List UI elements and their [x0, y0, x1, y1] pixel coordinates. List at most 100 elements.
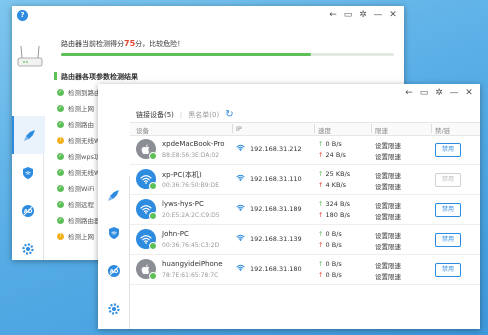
check-label: 检测上网: [68, 105, 94, 113]
minimize-icon[interactable]: —: [449, 87, 459, 99]
sidebar-item-adblock[interactable]: AD: [98, 252, 129, 290]
gear-icon: [21, 243, 34, 255]
device-name: huangyideiPhone: [162, 260, 223, 268]
shield-wifi-icon: [22, 167, 33, 179]
set-limit-down-link[interactable]: 设置限速: [375, 271, 401, 281]
wifi-signal: [236, 234, 245, 243]
back-icon[interactable]: ←: [404, 87, 414, 99]
wifi-signal-icon: [236, 174, 245, 181]
download-value: 24 B/s: [325, 151, 346, 159]
check-item: ✓ 检测远程: [57, 198, 94, 210]
upload-speed: ↑ 0 B/s: [318, 230, 342, 238]
ad-block-icon: AD: [107, 265, 120, 277]
window-controls: ← ▭ ✲ — ✕: [404, 87, 474, 99]
set-limit-up-link[interactable]: 设置限速: [375, 140, 401, 150]
score-progress: [61, 53, 394, 56]
device-ip: 192.168.31.139: [250, 235, 302, 243]
ban-button[interactable]: 禁用: [435, 203, 461, 217]
upload-value: 0 B/s: [325, 260, 342, 268]
download-speed: ↑ 180 B/s: [318, 211, 350, 219]
set-limit-down-link[interactable]: 设置限速: [375, 181, 401, 191]
front-sidebar: AD: [98, 176, 130, 329]
check-item: ✓ 检测wps功: [57, 150, 100, 162]
set-limit-up-link[interactable]: 设置限速: [375, 260, 401, 270]
ad-block-icon: AD: [21, 205, 34, 217]
set-limit-up-link[interactable]: 设置限速: [375, 200, 401, 210]
table-row: John-PC 00:36:76:45:C3:2D 192.168.31.139 ↑ …: [130, 225, 480, 255]
sidebar-item-security[interactable]: [98, 214, 129, 252]
check-label: 检测无线W: [68, 137, 101, 145]
upload-speed: ↑ 0 B/s: [318, 260, 342, 268]
shield-wifi-icon: [108, 227, 119, 239]
close-icon[interactable]: ✕: [388, 9, 398, 21]
arrow-up-icon: ↑: [318, 140, 324, 148]
sidebar-item-security[interactable]: [12, 154, 43, 192]
gear-icon: [107, 303, 120, 315]
gear-icon[interactable]: ✲: [358, 9, 368, 21]
upload-speed: ↑ 0 B/s: [318, 140, 342, 148]
check-item: ✓ 检测WiFi: [57, 182, 94, 194]
arrow-down-icon: ↑: [318, 151, 324, 159]
device-ip: 192.168.31.212: [250, 145, 302, 153]
ban-button[interactable]: 禁用: [435, 263, 461, 277]
set-limit-up-link[interactable]: 设置限速: [375, 170, 401, 180]
router-icon: [17, 45, 43, 67]
wifi-signal: [236, 264, 245, 273]
device-name: xp-PC(本机): [162, 171, 202, 179]
device-name: John-PC: [162, 230, 189, 238]
sidebar-item-adblock[interactable]: AD: [12, 192, 43, 230]
device-mac: 20:E5:2A:2C:C9:D5: [162, 212, 220, 219]
sidebar-item-settings[interactable]: [98, 290, 129, 328]
device-mac: 00:36:76:45:C3:2D: [162, 242, 220, 249]
table-header: 设备 IP 速度 限速 禁/链: [130, 122, 480, 136]
online-status-icon: [149, 182, 157, 190]
table-row: huangyideiPhone 78:7E:61:65:78:7C 192.168.…: [130, 255, 480, 285]
wifi-signal-icon: [236, 144, 245, 151]
rocket-icon: [23, 130, 35, 141]
ban-button[interactable]: 禁用: [435, 173, 461, 187]
back-icon[interactable]: ←: [328, 9, 338, 21]
set-limit-down-link[interactable]: 设置限速: [375, 241, 401, 251]
download-speed: ↑ 0 B/s: [318, 271, 342, 279]
download-value: 180 B/s: [325, 211, 351, 219]
arrow-up-icon: ↑: [318, 260, 324, 268]
check-item: ✓ 检测上网: [57, 102, 94, 114]
arrow-down-icon: ↑: [318, 211, 324, 219]
check-label: 检测WiFi: [68, 185, 95, 193]
check-item: ! 检测无线W: [57, 134, 100, 146]
check-warn-icon: !: [57, 232, 64, 240]
check-label: 检测路由: [68, 121, 94, 129]
wifi-signal: [236, 144, 245, 153]
score-progress-fill: [61, 53, 311, 56]
download-speed: ↑ 4 KB/s: [318, 181, 346, 189]
device-mac: 00:36:76:50:B9:DE: [162, 182, 219, 189]
close-icon[interactable]: ✕: [464, 87, 474, 99]
download-speed: ↑ 24 B/s: [318, 151, 346, 159]
upload-speed: ↑ 25 KB/s: [318, 170, 350, 178]
check-item: ! 检测上网: [57, 230, 94, 242]
sidebar-item-speedup[interactable]: [98, 176, 129, 214]
set-limit-down-link[interactable]: 设置限速: [375, 211, 401, 221]
sidebar-item-speedup[interactable]: [12, 116, 45, 154]
upload-value: 324 B/s: [325, 200, 351, 208]
online-status-icon: [149, 152, 157, 160]
check-label: 检测上网: [68, 233, 94, 241]
online-status-icon: [149, 242, 157, 250]
sidebar-item-settings[interactable]: [12, 230, 43, 260]
feedback-icon[interactable]: ▭: [343, 9, 353, 21]
tab-linked-devices[interactable]: 链接设备(5): [136, 110, 174, 120]
minimize-icon[interactable]: —: [373, 9, 383, 21]
upload-value: 0 B/s: [325, 140, 342, 148]
column-header: 限速: [371, 124, 388, 135]
refresh-icon[interactable]: ↻: [225, 109, 233, 120]
ban-button[interactable]: 禁用: [435, 233, 461, 247]
score-prefix: 路由器当前检测得分: [61, 40, 124, 48]
feedback-icon[interactable]: ▭: [419, 87, 429, 99]
upload-speed: ↑ 324 B/s: [318, 200, 350, 208]
score-suffix: 分，比较危险！: [135, 40, 185, 48]
set-limit-up-link[interactable]: 设置限速: [375, 230, 401, 240]
gear-icon[interactable]: ✲: [434, 87, 444, 99]
set-limit-down-link[interactable]: 设置限速: [375, 151, 401, 161]
ban-button[interactable]: 禁用: [435, 143, 461, 157]
tab-blacklist[interactable]: 黑名单(0): [188, 110, 219, 120]
